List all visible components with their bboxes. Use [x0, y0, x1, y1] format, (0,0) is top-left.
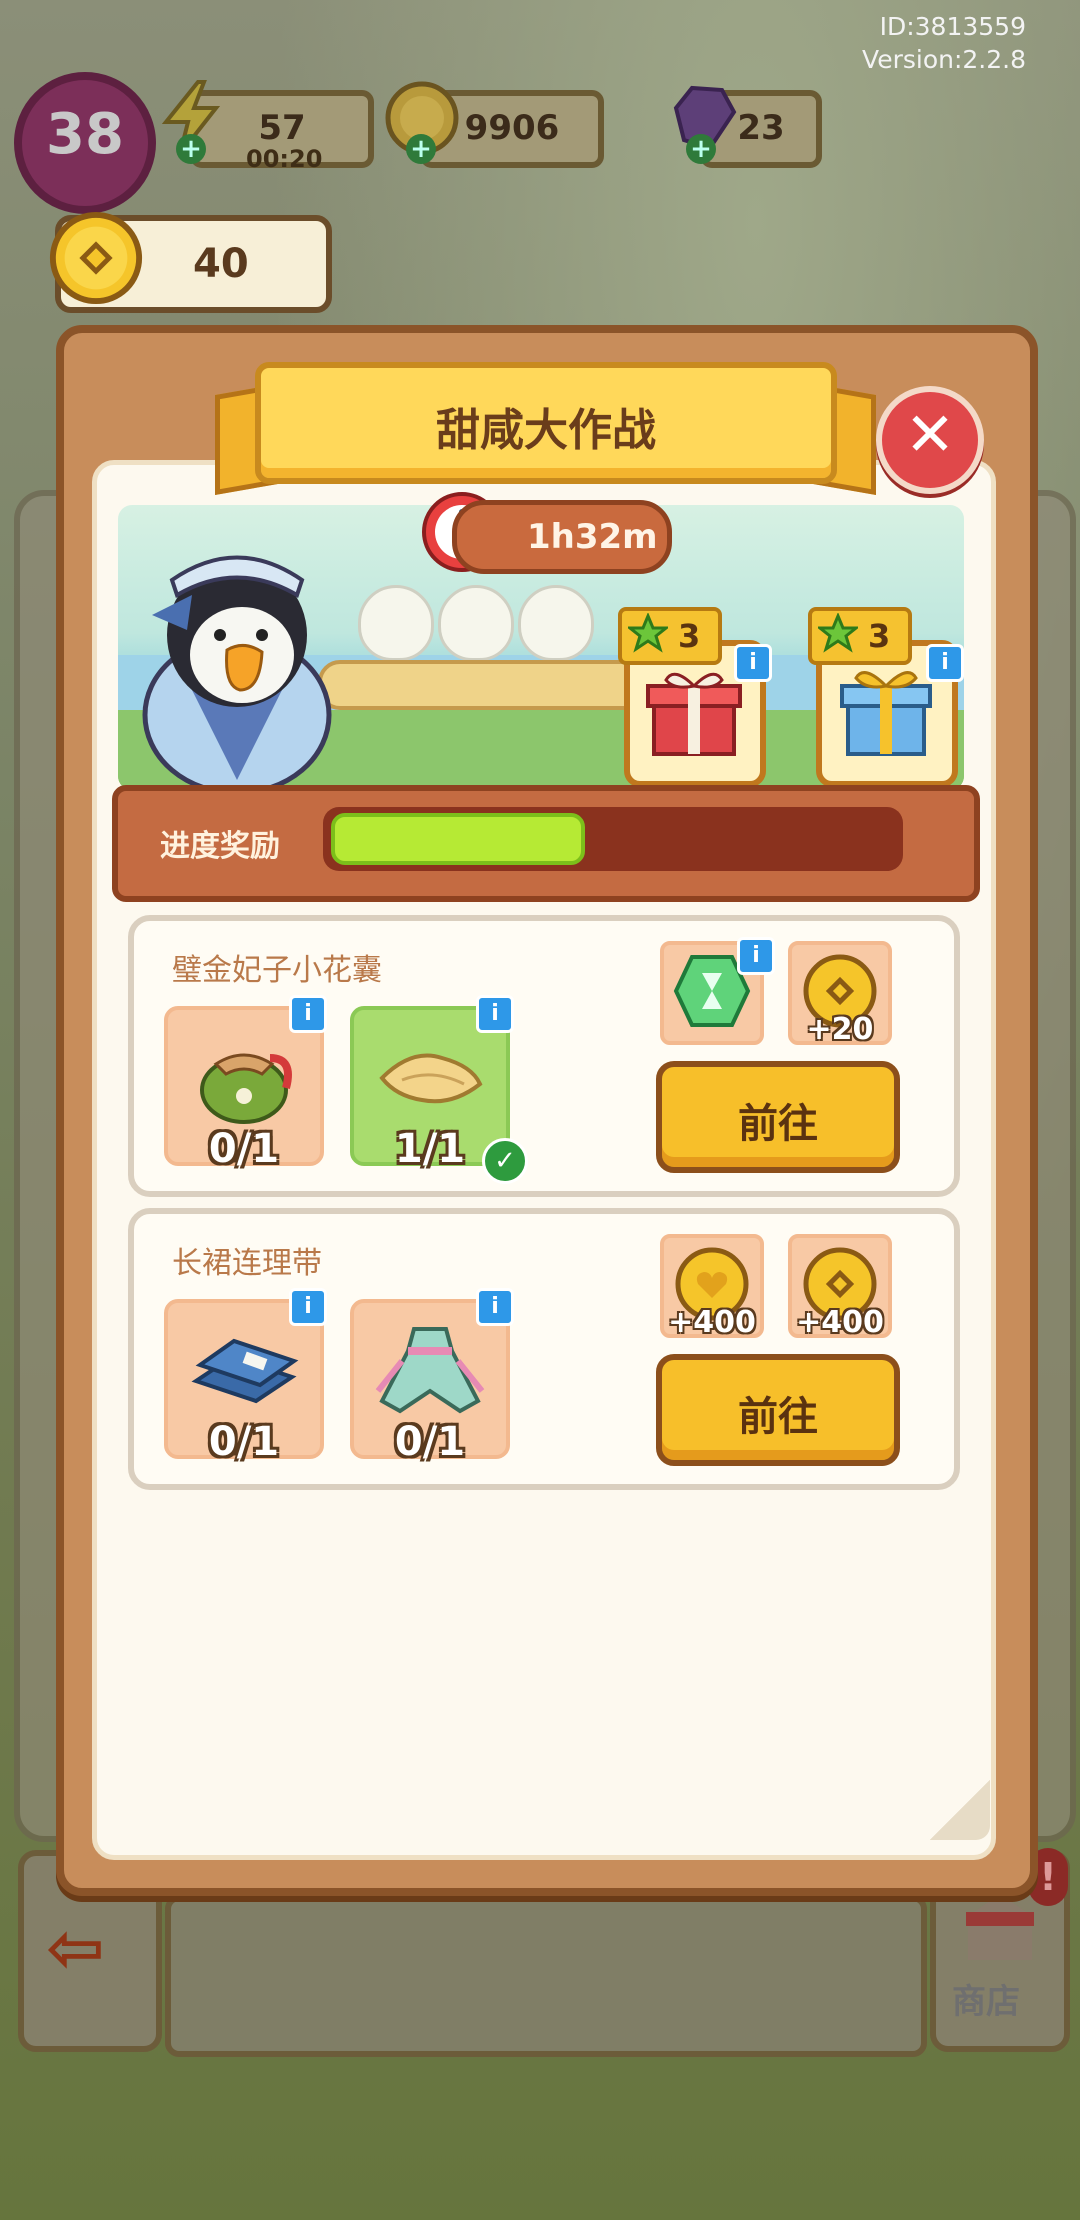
progress-label: 进度奖励: [160, 829, 280, 864]
ancient-coin-icon: [49, 211, 143, 305]
info-icon[interactable]: i: [476, 995, 514, 1033]
silk-cloth-icon: [379, 1053, 483, 1104]
blue-books-icon: [191, 1338, 299, 1404]
version-text: Version:2.2.8: [862, 45, 1026, 74]
user-id-text: ID:3813559: [879, 12, 1026, 41]
gem-counter[interactable]: + 23: [673, 85, 822, 168]
dumpling-rower: [438, 585, 514, 661]
info-icon[interactable]: i: [289, 1288, 327, 1326]
info-icon[interactable]: i: [476, 1288, 514, 1326]
paper-curl-decoration: [930, 1780, 990, 1840]
info-icon[interactable]: i: [734, 644, 772, 682]
event-currency-counter: 40: [49, 211, 332, 313]
shop-label: 商店: [952, 1982, 1020, 2022]
go-button-label: 前往: [738, 1101, 818, 1147]
quest-reward-slot[interactable]: +400: [788, 1234, 892, 1340]
coin-counter[interactable]: + 9906: [385, 81, 604, 168]
exit-arrow-icon: ⇦: [46, 1907, 105, 1989]
quest-item-count: 0/1: [394, 1419, 466, 1465]
quest-card-1: 璧金妃子小花囊 0/1 i 1/1 ✓ i i +20 前往: [128, 915, 960, 1197]
milestone-stars-2: 3: [868, 617, 891, 655]
quest-reward-slot[interactable]: +20: [788, 941, 892, 1047]
red-gift-box-icon: [646, 672, 742, 756]
info-icon[interactable]: i: [926, 644, 964, 682]
dumpling-rower: [518, 585, 594, 661]
bottom-bar-background: [165, 1895, 927, 2057]
progress-reward-bar: 进度奖励: [112, 785, 980, 902]
go-button[interactable]: 前往: [656, 1354, 900, 1466]
hanfu-dress-icon: [375, 1327, 485, 1414]
info-icon[interactable]: i: [289, 995, 327, 1033]
info-icon[interactable]: i: [737, 937, 775, 975]
close-icon: ✕: [904, 400, 956, 470]
quest-title: 长裙连理带: [172, 1246, 322, 1281]
dumpling-rower: [358, 585, 434, 661]
green-star-icon: [818, 613, 858, 653]
energy-value: 57: [258, 108, 306, 148]
coin-value: 9906: [464, 108, 560, 148]
energy-refill-timer: 00:20: [246, 145, 323, 173]
go-button-label: 前往: [738, 1394, 818, 1440]
quest-item-count: 0/1: [208, 1126, 280, 1172]
penguin-scholar-character: [142, 555, 332, 790]
progress-track: [323, 807, 903, 871]
milestone-stars-badge-1: 3: [618, 607, 722, 665]
green-star-icon: [628, 613, 668, 653]
event-timer: 1h32m: [452, 500, 672, 574]
quest-card-2: 长裙连理带 0/1 i 0/1 i +400 +400 前往: [128, 1208, 960, 1490]
shop-icon: [966, 1894, 1034, 1960]
debug-info: ID:3813559 Version:2.2.8: [862, 10, 1026, 76]
check-icon: ✓: [482, 1138, 528, 1184]
event-currency-value: 40: [193, 241, 249, 287]
go-button[interactable]: 前往: [656, 1061, 900, 1173]
blue-gift-box-icon: [840, 671, 932, 756]
event-timer-value: 1h32m: [527, 517, 658, 557]
progress-fill: [331, 813, 585, 865]
gem-value: 23: [737, 108, 785, 148]
quest-reward-amount: +20: [806, 1012, 874, 1047]
milestone-stars-1: 3: [678, 617, 701, 655]
close-button[interactable]: ✕: [876, 386, 984, 494]
quest-reward-amount: +400: [668, 1305, 756, 1340]
quest-item-count: 0/1: [208, 1419, 280, 1465]
quest-reward-slot[interactable]: +400: [660, 1234, 764, 1340]
player-level-badge[interactable]: 38: [14, 72, 156, 214]
event-title-banner: 甜咸大作战: [255, 362, 837, 484]
quest-reward-amount: +400: [796, 1305, 884, 1340]
green-pouch-icon: [200, 1053, 292, 1124]
event-title: 甜咸大作战: [436, 405, 656, 456]
player-level-value: 38: [46, 102, 124, 167]
quest-title: 璧金妃子小花囊: [172, 953, 382, 988]
milestone-stars-badge-2: 3: [808, 607, 912, 665]
